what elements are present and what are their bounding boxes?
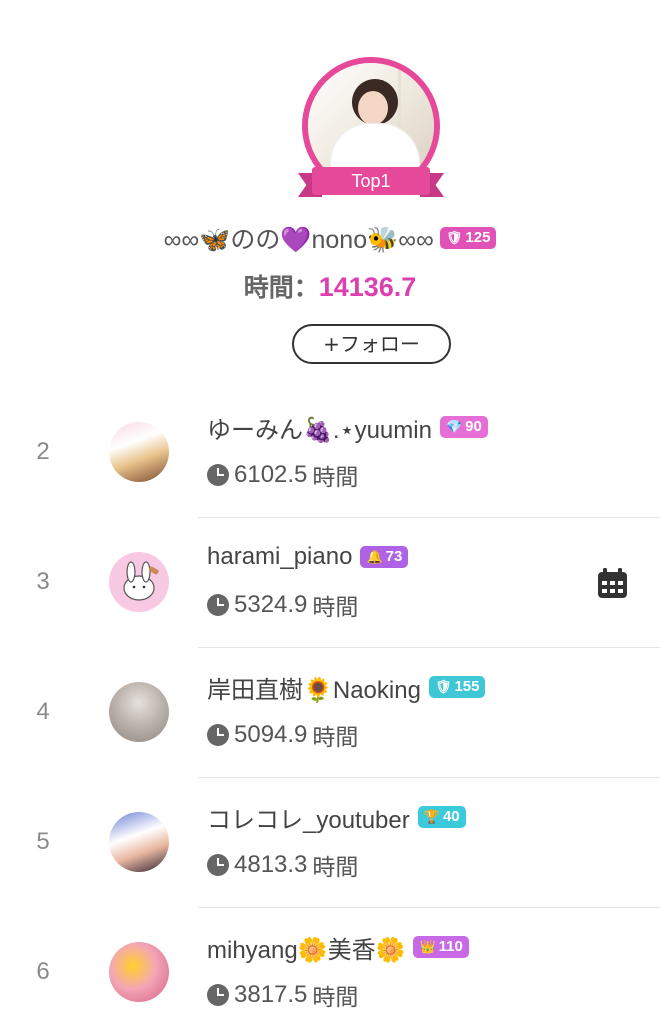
avatar-photo-detail — [358, 91, 388, 125]
avatar[interactable] — [109, 682, 169, 742]
time-row: 6102.5 時間 — [207, 458, 358, 492]
top1-level-badge: 🛡 125 — [439, 227, 497, 249]
user-name[interactable]: ゆーみん🍇.⋆yuumin — [207, 410, 432, 445]
top1-badge-value: 125 — [465, 229, 491, 246]
rank-number: 4 — [36, 698, 50, 725]
follow-button[interactable]: +フォロー — [292, 324, 451, 364]
rank-number: 2 — [36, 438, 50, 465]
top1-time-label: 時間： — [243, 273, 319, 302]
calendar-icon[interactable] — [597, 568, 628, 599]
time-row: 5324.9 時間 — [207, 588, 358, 622]
top1-ribbon-label: Top1 — [312, 167, 430, 195]
avatar[interactable] — [109, 942, 169, 1002]
level-badge: 🏆 40 — [417, 806, 466, 828]
ranking-row[interactable]: 4 岸田直樹🌻Naoking 🛡 155 5094.9 時間 — [0, 648, 660, 778]
user-name[interactable]: 岸田直樹🌻Naoking — [207, 670, 421, 705]
crown-icon: 👑 — [419, 939, 436, 954]
user-name[interactable]: harami_piano — [207, 543, 352, 571]
clock-icon — [207, 854, 229, 876]
bunny-avatar-icon — [123, 561, 159, 601]
badge-value: 40 — [442, 808, 460, 825]
ranking-row[interactable]: 3 harami_piano 🔔 73 5324.9 時間 — [0, 518, 660, 648]
badge-value: 90 — [465, 418, 482, 435]
avatar[interactable] — [109, 422, 169, 482]
ranking-row[interactable]: 5 コレコレ_youtuber 🏆 40 4813.3 時間 — [0, 778, 660, 908]
level-badge: 👑 110 — [413, 936, 469, 958]
time-unit: 時間 — [312, 855, 359, 881]
rank-number: 3 — [36, 568, 50, 595]
ranking-list: 2 ゆーみん🍇.⋆yuumin 💎 90 6102.5 時間 3 harami_… — [0, 388, 660, 1034]
top1-name-row: ∞∞🦋のの💜nono🐝∞∞ 🛡 125 — [0, 220, 660, 256]
time-unit: 時間 — [312, 985, 359, 1011]
top1-ribbon: Top1 — [298, 167, 444, 199]
level-badge: 💎 90 — [439, 416, 488, 438]
rank-number: 6 — [36, 958, 50, 985]
top1-section: Top1 ∞∞🦋のの💜nono🐝∞∞ 🛡 125 時間：14136.7 +フォロ… — [0, 0, 660, 390]
user-name-row: コレコレ_youtuber 🏆 40 — [207, 800, 466, 834]
avatar[interactable] — [109, 812, 169, 872]
level-badge: 🔔 73 — [360, 546, 409, 568]
avatar[interactable] — [109, 552, 169, 612]
shield-heart-icon: 🛡 — [445, 230, 463, 245]
time-unit: 時間 — [312, 595, 359, 621]
ranking-row[interactable]: 2 ゆーみん🍇.⋆yuumin 💎 90 6102.5 時間 — [0, 388, 660, 518]
top1-time-value: 14136.7 — [318, 272, 417, 302]
clock-icon — [207, 724, 229, 746]
time-value: 5324.9 — [234, 591, 308, 618]
time-value: 5094.9 — [234, 721, 308, 748]
top1-user-name[interactable]: ∞∞🦋のの💜nono🐝∞∞ — [164, 220, 434, 256]
diamond-icon: 💎 — [445, 419, 463, 434]
clock-icon — [207, 984, 229, 1006]
time-row: 5094.9 時間 — [207, 718, 358, 752]
time-value: 3817.5 — [234, 981, 308, 1008]
time-unit: 時間 — [312, 465, 359, 491]
top1-time-row: 時間：14136.7 — [0, 268, 660, 308]
rank-number: 5 — [36, 828, 50, 855]
clock-icon — [207, 464, 229, 486]
user-name-row: harami_piano 🔔 73 — [207, 540, 409, 574]
avatar-photo-detail — [398, 69, 434, 139]
time-value: 4813.3 — [234, 851, 308, 878]
trophy-icon: 🏆 — [423, 809, 440, 824]
badge-value: 110 — [438, 938, 463, 955]
shield-heart-icon: 🛡 — [434, 679, 452, 694]
ranking-row[interactable]: 6 mihyang🌼美香🌼 👑 110 3817.5 時間 — [0, 908, 660, 1034]
level-badge: 🛡 155 — [428, 676, 486, 698]
user-name-row: 岸田直樹🌻Naoking 🛡 155 — [207, 670, 486, 705]
time-row: 3817.5 時間 — [207, 978, 358, 1012]
clock-icon — [207, 594, 229, 616]
user-name-row: ゆーみん🍇.⋆yuumin 💎 90 — [207, 410, 488, 444]
user-name[interactable]: mihyang🌼美香🌼 — [207, 930, 405, 965]
badge-value: 155 — [454, 678, 480, 695]
time-unit: 時間 — [312, 725, 359, 751]
user-name-row: mihyang🌼美香🌼 👑 110 — [207, 930, 469, 964]
time-value: 6102.5 — [234, 461, 308, 488]
user-name[interactable]: コレコレ_youtuber — [207, 800, 410, 835]
bell-icon: 🔔 — [366, 549, 383, 564]
badge-value: 73 — [385, 548, 403, 565]
time-row: 4813.3 時間 — [207, 848, 358, 882]
